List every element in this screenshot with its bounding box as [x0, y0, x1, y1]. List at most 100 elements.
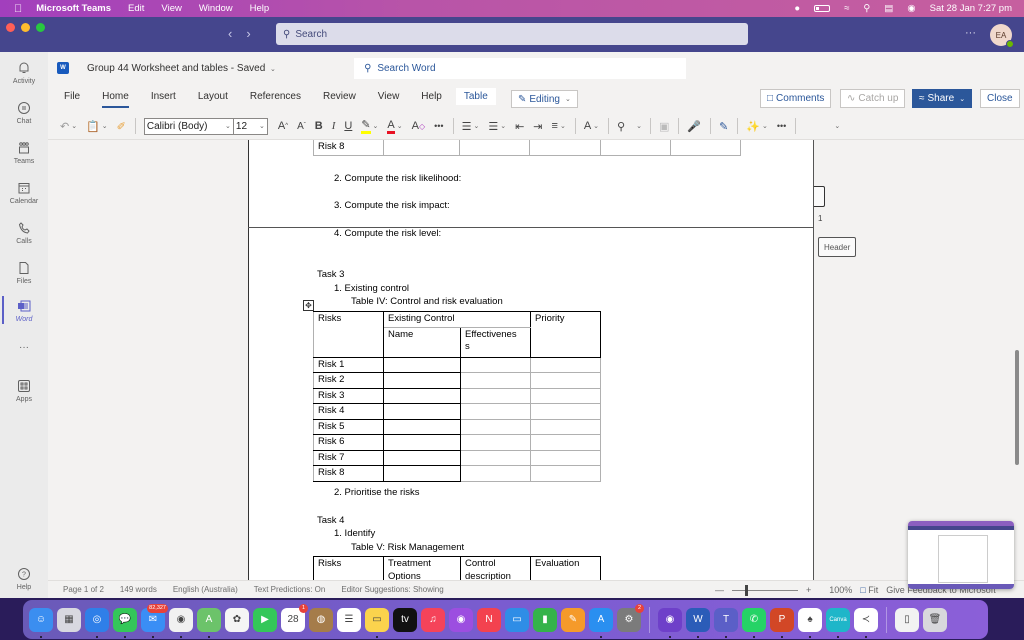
previous-table[interactable]: Risk 8: [312, 140, 742, 156]
dock-app-vs-code[interactable]: ≺: [854, 607, 878, 638]
table-cell[interactable]: Risk 6: [313, 434, 384, 451]
rail-item-more[interactable]: ···: [0, 342, 48, 353]
dock-app-system-preferences[interactable]: ⚙ 2: [617, 603, 644, 632]
rail-item-help[interactable]: ? Help: [0, 566, 48, 591]
dock-app-pages[interactable]: ✎: [561, 607, 585, 632]
table-cell[interactable]: Risk 1: [313, 356, 384, 373]
zoom-out-button[interactable]: —: [715, 585, 724, 595]
zoom-in-button[interactable]: +: [806, 585, 811, 595]
table-cell[interactable]: [383, 418, 461, 435]
dock-app-trash[interactable]: 🗑: [923, 607, 947, 632]
header-tag-button[interactable]: Header: [818, 237, 857, 257]
expand-ribbon-chevron-icon[interactable]: ⌄: [832, 117, 840, 135]
table-cell[interactable]: [530, 418, 601, 435]
zoom-slider-thumb[interactable]: [745, 584, 749, 596]
table-cell[interactable]: [460, 372, 531, 389]
dock-app-photos[interactable]: ✿: [225, 607, 249, 632]
list-item[interactable]: 1. Existing control: [334, 283, 409, 294]
clear-formatting-button[interactable]: A ◇: [412, 117, 426, 135]
dock-app-facetime[interactable]: ▶: [253, 607, 277, 632]
teams-search-input[interactable]: ⚲ Search: [276, 23, 748, 45]
find-button[interactable]: ⚲: [617, 117, 625, 135]
format-painter-icon[interactable]: ✐: [117, 117, 126, 135]
menu-app-name[interactable]: Microsoft Teams: [36, 3, 111, 14]
control-risk-table[interactable]: Risks Existing Control Priority Name Eff…: [313, 311, 601, 482]
clock[interactable]: Sat 28 Jan 7:27 pm: [930, 3, 1012, 14]
dock-app-notes[interactable]: ▭: [365, 607, 389, 638]
table-cell[interactable]: Risk 7: [313, 449, 384, 466]
table-cell[interactable]: [383, 372, 461, 389]
share-button[interactable]: ≈ Share ⌄: [912, 89, 973, 108]
menu-window[interactable]: Window: [199, 3, 233, 14]
avatar[interactable]: EA: [990, 24, 1014, 48]
table-cell[interactable]: [383, 403, 461, 420]
rail-item-calls[interactable]: Calls: [0, 220, 48, 245]
dock-app-whatsapp[interactable]: ✆: [742, 607, 766, 638]
battery-icon[interactable]: [814, 5, 831, 12]
table-cell[interactable]: [530, 387, 601, 404]
list-item[interactable]: 4. Compute the risk level:: [334, 228, 441, 239]
table-cell[interactable]: Risk 8: [313, 465, 384, 482]
increase-indent-button[interactable]: ⇥: [533, 117, 542, 135]
word-count[interactable]: 149 words: [120, 585, 157, 594]
dictate-microphone-icon[interactable]: 🎤: [687, 117, 701, 135]
table-cell[interactable]: [460, 434, 531, 451]
header-cell[interactable]: Priority: [530, 311, 601, 358]
rail-item-activity[interactable]: Activity: [0, 60, 48, 85]
forward-arrow-icon[interactable]: ›: [246, 26, 250, 41]
dock-app-canva[interactable]: Canva: [826, 607, 850, 638]
dock-app-reminders[interactable]: ☰: [337, 607, 361, 632]
dock-app-document[interactable]: ▯: [895, 607, 919, 632]
list-item[interactable]: 2. Prioritise the risks: [334, 487, 420, 498]
styles-button[interactable]: A ⌄: [584, 117, 599, 135]
header-cell[interactable]: Evaluation: [530, 556, 601, 580]
table-cell[interactable]: [460, 465, 531, 482]
document-title[interactable]: Group 44 Worksheet and tables - Saved ⌄: [87, 63, 276, 74]
dock-app-chrome[interactable]: ◉: [169, 607, 193, 638]
dock-app-podcasts[interactable]: ◉: [449, 607, 473, 632]
zoom-window-button[interactable]: [36, 23, 45, 32]
tab-file[interactable]: File: [64, 88, 80, 105]
table-cell[interactable]: Risk 8: [312, 140, 385, 156]
close-window-button[interactable]: [6, 23, 15, 32]
tab-references[interactable]: References: [250, 88, 301, 105]
document-canvas[interactable]: Risk 8 2. Compute the risk likelihood: 3…: [48, 140, 1024, 580]
tab-review[interactable]: Review: [323, 88, 356, 105]
paste-button[interactable]: 📋 ⌄: [86, 117, 108, 135]
table-cell[interactable]: Risk 5: [313, 418, 384, 435]
table-cell[interactable]: [460, 403, 531, 420]
spotlight-icon[interactable]: ⚲: [863, 3, 870, 14]
table-cell[interactable]: Risk 2: [313, 372, 384, 389]
table-cell[interactable]: [460, 387, 531, 404]
table-cell[interactable]: [530, 465, 601, 482]
page-count[interactable]: Page 1 of 2: [63, 585, 104, 594]
table-cell[interactable]: Risk 3: [313, 387, 384, 404]
back-arrow-icon[interactable]: ‹: [228, 26, 232, 41]
dock-app-app-store[interactable]: A: [589, 607, 613, 638]
rail-item-word[interactable]: Word: [0, 296, 48, 324]
user-icon[interactable]: ●: [794, 3, 800, 14]
control-center-icon[interactable]: ▤: [884, 3, 893, 14]
dock-app-news[interactable]: N: [477, 607, 501, 632]
tab-table[interactable]: Table: [455, 88, 496, 105]
font-color-button[interactable]: A ⌄: [387, 117, 403, 135]
vertical-scrollbar[interactable]: [1015, 350, 1019, 465]
header-cell[interactable]: Risks: [313, 556, 384, 580]
dock-app-messages[interactable]: 💬: [113, 607, 137, 638]
editor-icon[interactable]: ✎: [719, 117, 728, 135]
header-cell[interactable]: Treatment Options: [383, 556, 461, 580]
decrease-indent-button[interactable]: ⇤: [515, 117, 524, 135]
minimize-window-button[interactable]: [21, 23, 30, 32]
tab-help[interactable]: Help: [421, 88, 442, 105]
table-cell[interactable]: [530, 403, 601, 420]
tab-layout[interactable]: Layout: [198, 88, 228, 105]
rail-item-calendar[interactable]: Calendar: [0, 180, 48, 205]
shrink-font-button[interactable]: Aˇ: [297, 117, 306, 135]
undo-button[interactable]: ↶ ⌄: [60, 117, 77, 135]
siri-icon[interactable]: ◉: [907, 3, 915, 14]
tab-insert[interactable]: Insert: [151, 88, 176, 105]
dock-app-maps[interactable]: A: [197, 607, 221, 638]
table-cell[interactable]: [460, 449, 531, 466]
header-cell[interactable]: Control description: [460, 556, 531, 580]
table-cell[interactable]: [383, 434, 461, 451]
